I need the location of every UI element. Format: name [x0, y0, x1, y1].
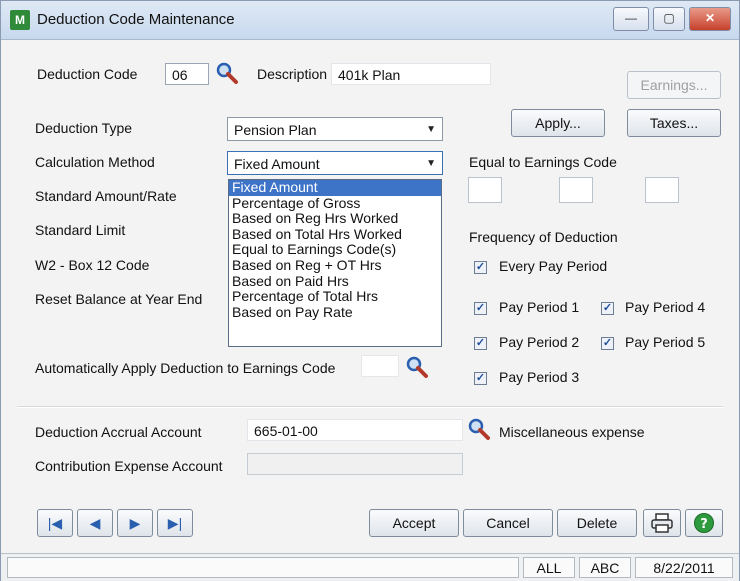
- svg-text:?: ?: [700, 517, 708, 532]
- status-company-scope: ALL: [523, 557, 575, 578]
- help-button[interactable]: ?: [685, 509, 723, 537]
- deduction-code-field[interactable]: 06: [165, 63, 209, 85]
- status-message: [7, 557, 519, 578]
- dropdown-option[interactable]: Percentage of Gross: [229, 195, 441, 212]
- earnings-code-box-1[interactable]: [468, 177, 502, 203]
- account-lookup-icon[interactable]: [467, 417, 491, 441]
- taxes-button[interactable]: Taxes...: [627, 109, 721, 137]
- deduction-code-label: Deduction Code: [37, 66, 138, 82]
- pay-period-1-label: Pay Period 1: [499, 299, 580, 315]
- previous-record-icon: ◀: [89, 515, 101, 531]
- print-button[interactable]: [643, 509, 681, 537]
- dropdown-option[interactable]: Based on Paid Hrs: [229, 273, 441, 290]
- description-field[interactable]: 401k Plan: [331, 63, 491, 85]
- deduction-type-value: Pension Plan: [234, 122, 317, 138]
- dropdown-option[interactable]: Based on Reg Hrs Worked: [229, 211, 441, 227]
- dropdown-option[interactable]: Fixed Amount: [229, 179, 441, 196]
- dropdown-option[interactable]: Based on Total Hrs Worked: [229, 226, 441, 243]
- calculation-method-label: Calculation Method: [35, 154, 155, 170]
- status-date: 8/22/2011: [635, 557, 733, 578]
- auto-apply-earnings-code-field[interactable]: [361, 355, 399, 377]
- maximize-button[interactable]: ▢: [653, 7, 685, 31]
- previous-record-button[interactable]: ◀: [77, 509, 113, 537]
- last-record-icon: ▶|: [167, 515, 183, 531]
- calculation-method-value: Fixed Amount: [234, 156, 320, 172]
- accept-button[interactable]: Accept: [369, 509, 459, 537]
- dropdown-option[interactable]: Based on Pay Rate: [229, 304, 441, 321]
- printer-icon: [651, 513, 673, 533]
- deduction-code-maintenance-window: M Deduction Code Maintenance — ▢ ✕ Deduc…: [0, 0, 740, 581]
- next-record-button[interactable]: ▶: [117, 509, 153, 537]
- delete-button[interactable]: Delete: [557, 509, 637, 537]
- app-icon: M: [10, 10, 30, 30]
- next-record-icon: ▶: [129, 515, 141, 531]
- first-record-button[interactable]: |◀: [37, 509, 73, 537]
- earnings-code-lookup-icon[interactable]: [405, 355, 429, 379]
- pay-period-3-checkbox[interactable]: ✓: [474, 372, 487, 385]
- pay-period-5-checkbox[interactable]: ✓: [601, 337, 614, 350]
- calculation-method-dropdown[interactable]: Fixed Amount Percentage of Gross Based o…: [228, 179, 442, 347]
- pay-period-2-label: Pay Period 2: [499, 334, 580, 350]
- accrual-account-description: Miscellaneous expense: [499, 424, 645, 440]
- deduction-type-select[interactable]: Pension Plan ▼: [227, 117, 443, 141]
- chevron-down-icon: ▼: [426, 124, 436, 135]
- pay-period-5-label: Pay Period 5: [625, 334, 706, 350]
- minimize-button[interactable]: —: [613, 7, 649, 31]
- contribution-account-label: Contribution Expense Account: [35, 458, 223, 474]
- calculation-method-select[interactable]: Fixed Amount ▼: [227, 151, 443, 175]
- contribution-account-field[interactable]: [247, 453, 463, 475]
- pay-period-1-checkbox[interactable]: ✓: [474, 302, 487, 315]
- earnings-code-box-2[interactable]: [559, 177, 593, 203]
- accrual-account-field[interactable]: 665-01-00: [247, 419, 463, 441]
- auto-apply-label: Automatically Apply Deduction to Earning…: [35, 360, 336, 376]
- status-bar: ALL ABC 8/22/2011: [1, 553, 739, 581]
- frequency-label: Frequency of Deduction: [469, 229, 618, 245]
- w2-box12-label: W2 - Box 12 Code: [35, 257, 150, 273]
- description-label: Description: [257, 66, 328, 82]
- title-bar[interactable]: M Deduction Code Maintenance — ▢ ✕: [1, 1, 739, 40]
- section-divider: [17, 406, 723, 408]
- deduction-code-lookup-icon[interactable]: [215, 61, 239, 85]
- help-icon: ?: [694, 513, 714, 533]
- dropdown-option[interactable]: Based on Reg + OT Hrs: [229, 257, 441, 274]
- chevron-down-icon: ▼: [426, 158, 436, 169]
- status-company-code: ABC: [579, 557, 631, 578]
- last-record-button[interactable]: ▶|: [157, 509, 193, 537]
- window-title: Deduction Code Maintenance: [37, 11, 235, 28]
- every-pay-period-label: Every Pay Period: [499, 258, 608, 274]
- earnings-button[interactable]: Earnings...: [627, 71, 721, 99]
- deduction-type-label: Deduction Type: [35, 120, 133, 136]
- pay-period-4-checkbox[interactable]: ✓: [601, 302, 614, 315]
- reset-balance-label: Reset Balance at Year End: [35, 291, 203, 307]
- every-pay-period-checkbox[interactable]: ✓: [474, 261, 487, 274]
- first-record-icon: |◀: [47, 515, 63, 531]
- dropdown-option[interactable]: Equal to Earnings Code(s): [229, 242, 441, 258]
- pay-period-4-label: Pay Period 4: [625, 299, 706, 315]
- standard-amount-label: Standard Amount/Rate: [35, 188, 177, 204]
- pay-period-3-label: Pay Period 3: [499, 369, 580, 385]
- dropdown-option[interactable]: Percentage of Total Hrs: [229, 289, 441, 305]
- close-button[interactable]: ✕: [689, 7, 731, 31]
- cancel-button[interactable]: Cancel: [463, 509, 553, 537]
- apply-button[interactable]: Apply...: [511, 109, 605, 137]
- accrual-account-label: Deduction Accrual Account: [35, 424, 202, 440]
- earnings-code-box-3[interactable]: [645, 177, 679, 203]
- standard-limit-label: Standard Limit: [35, 222, 126, 238]
- pay-period-2-checkbox[interactable]: ✓: [474, 337, 487, 350]
- equal-to-earnings-label: Equal to Earnings Code: [469, 154, 617, 170]
